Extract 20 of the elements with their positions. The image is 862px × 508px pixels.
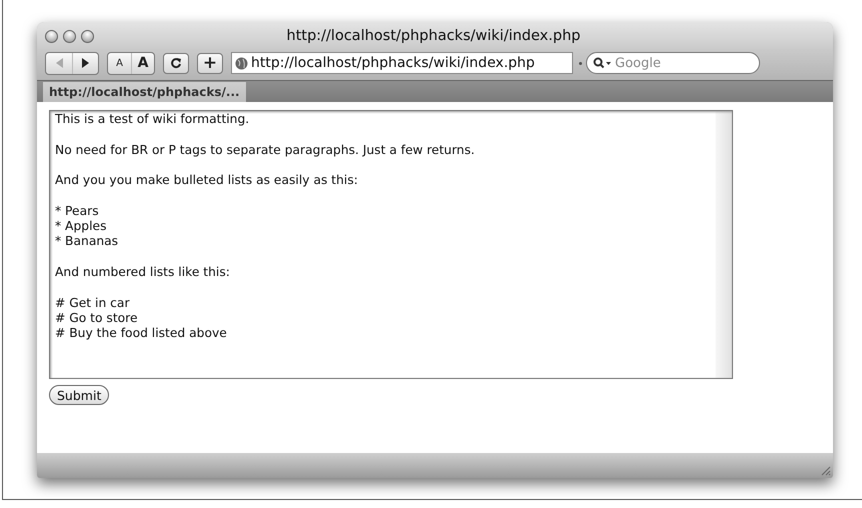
globe-icon [235, 56, 248, 70]
close-button[interactable] [45, 30, 58, 42]
search-icon[interactable] [593, 57, 613, 69]
search-field[interactable]: Google [586, 52, 760, 74]
snapback-icon[interactable] [579, 62, 582, 64]
submit-button[interactable]: Submit [49, 385, 110, 405]
reload-button[interactable] [163, 52, 189, 74]
window-title: http://localhost/phphacks/wiki/index.php [286, 28, 582, 44]
zoom-button[interactable] [81, 30, 94, 42]
text-smaller-button[interactable]: A [108, 52, 131, 74]
text-area[interactable]: This is a test of wiki formatting. No need for BR or P tags to separate paragraphs. Just a few returns. And you you make bulleted lists as easily as this: * Pears * Apples * Bananas And numbered lists like this: # Get in car # Go to store # Buy the food listed above [49, 110, 733, 379]
left-triangle-icon [54, 57, 64, 69]
minimize-button[interactable] [63, 30, 76, 42]
text-bigger-button[interactable]: A [131, 52, 154, 74]
address-field[interactable]: http://localhost/phphacks/wiki/index.php [231, 52, 573, 74]
reload-icon [170, 57, 182, 69]
resize-grip-icon[interactable] [819, 464, 831, 476]
add-bookmark-button[interactable]: + [197, 52, 223, 74]
browser-tab[interactable]: http://localhost/phphacks/... [43, 82, 246, 102]
right-triangle-icon [80, 57, 91, 69]
